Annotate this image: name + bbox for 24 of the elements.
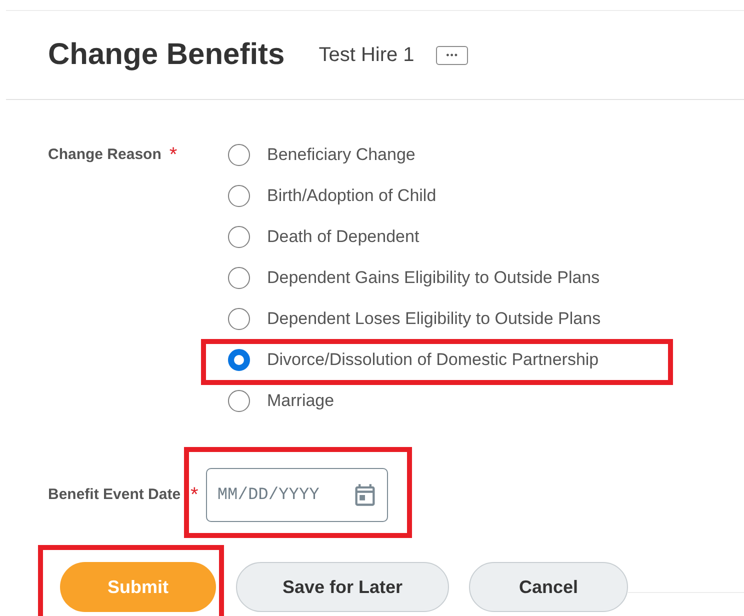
radio-button[interactable] xyxy=(228,349,250,371)
radio-button[interactable] xyxy=(228,185,250,207)
option-label[interactable]: Birth/Adoption of Child xyxy=(267,186,436,206)
date-field[interactable]: MM/DD/YYYY xyxy=(206,468,388,522)
field-label: Change Reason xyxy=(48,145,162,165)
action-button[interactable]: Cancel xyxy=(469,562,628,612)
radio-button[interactable] xyxy=(228,226,250,248)
option-label[interactable]: Divorce/Dissolution of Domestic Partnership xyxy=(267,350,599,370)
radio-button[interactable] xyxy=(228,308,250,330)
option-label[interactable]: Dependent Gains Eligibility to Outside Plans xyxy=(267,268,600,288)
field-label: Benefit Event Date xyxy=(48,485,181,505)
radio-button[interactable] xyxy=(228,390,250,412)
required-mark: * xyxy=(169,143,178,168)
page-title: Change Benefits xyxy=(48,38,285,72)
worker-name: Test Hire 1 xyxy=(318,44,414,66)
action-button[interactable]: Save for Later xyxy=(236,562,449,612)
option-label[interactable]: Marriage xyxy=(267,391,334,411)
option-label[interactable]: Dependent Loses Eligibility to Outside Plans xyxy=(267,309,601,329)
radio-button[interactable] xyxy=(228,144,250,166)
option-label[interactable]: Beneficiary Change xyxy=(267,145,416,165)
option-label[interactable]: Death of Dependent xyxy=(267,227,420,247)
radio-button[interactable] xyxy=(228,267,250,289)
required-mark: * xyxy=(190,483,198,508)
more-button[interactable]: ••• xyxy=(436,46,468,64)
